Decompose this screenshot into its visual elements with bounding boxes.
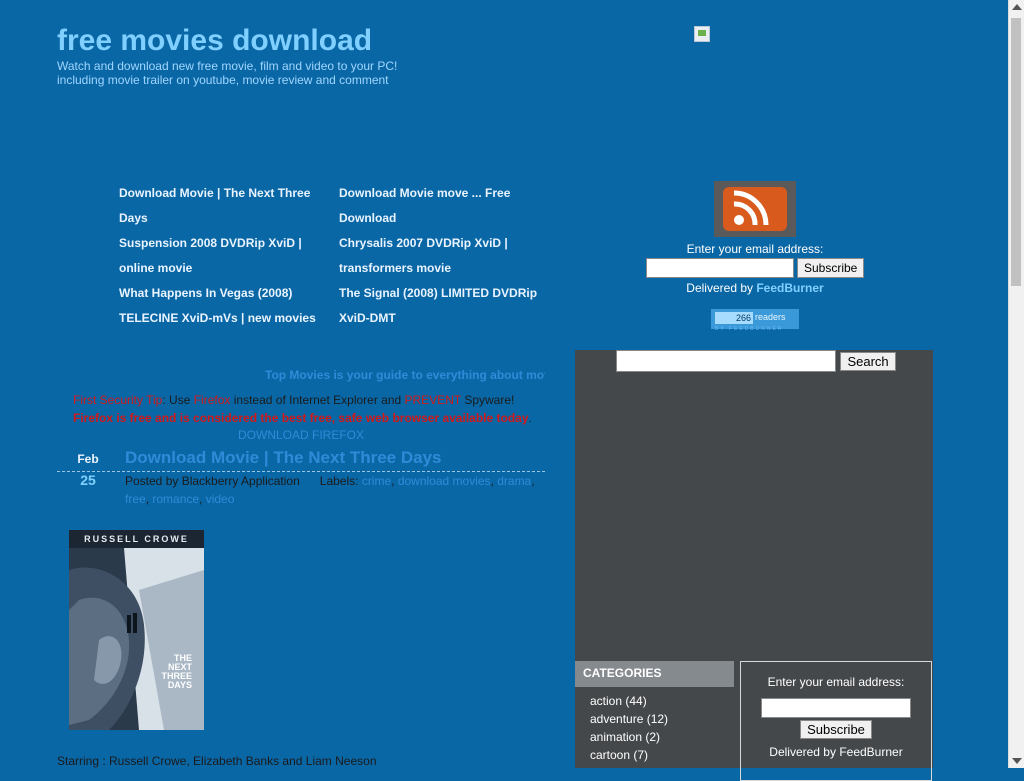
poster-title-line: DAYS [167,680,192,690]
category-link[interactable]: action (44) [590,692,668,710]
post-meta: Posted by Blackberry Application Labels: … [125,474,535,506]
email-label: Enter your email address: [686,242,824,256]
post-day: 25 [80,472,96,488]
delivered-by: Delivered by FeedBurner [630,281,880,295]
search-button[interactable]: Search [840,351,896,371]
readers-count: 266 [715,312,753,324]
security-tip: First Security Tip: Use Firefox instead … [73,391,548,427]
categories-heading: CATEGORIES [575,661,734,687]
post-author: Posted by Blackberry Application [125,474,300,488]
category-link[interactable]: animation (2) [590,728,668,746]
guide-text[interactable]: Top Movies is your guide to everything a… [265,368,545,382]
recent-post-link[interactable]: Suspension 2008 DVDRip XviD | online mov… [119,231,324,281]
firefox-link[interactable]: Firefox [194,393,231,407]
search-form: Search [616,350,896,372]
starring-text: Starring : Russell Crowe, Elizabeth Bank… [57,754,377,768]
feed-subscribe-widget: Enter your email address: Subscribe Deli… [630,181,880,332]
readers-word: readers [755,312,786,322]
poster-actor: RUSSELL CROWE [84,534,189,544]
category-link[interactable]: adventure (12) [590,710,668,728]
delivered-by-text: Delivered by [769,745,836,759]
scroll-down-icon[interactable] [1012,758,1022,764]
movie-poster: RUSSELL CROWE THE NEXT THREE DAYS [69,530,204,730]
post-month: Feb [77,452,99,466]
delivered-by: Delivered by FeedBurner [741,745,931,759]
security-tip-bold: Firefox is free and is considered the be… [73,411,529,425]
post-label-link[interactable]: romance [152,492,199,506]
email-input[interactable] [645,258,794,278]
readers-badge-footer: BY FEEDBURNER [715,326,784,332]
recent-post-link[interactable]: Chrysalis 2007 DVDRip XviD | transformer… [339,231,544,281]
post-label-link[interactable]: crime [362,474,391,488]
site-tagline: Watch and download new free movie, film … [57,59,398,87]
post-title[interactable]: Download Movie | The Next Three Days [125,448,442,468]
email-subscribe-box: Enter your email address: Subscribe Deli… [740,661,932,781]
email-label: Enter your email address: [767,675,905,689]
post-label-link[interactable]: download movies [398,474,491,488]
delivered-by-text: Delivered by [686,281,753,295]
site-title[interactable]: free movies download [57,24,372,58]
post-label-link[interactable]: free [125,492,146,506]
security-tip-use: Use [165,393,194,407]
security-tip-period: . [528,411,532,425]
post-labels-prefix: Labels: [319,474,359,488]
feedburner-link[interactable]: FeedBurner [756,281,823,295]
categories-list: action (44) adventure (12) animation (2)… [590,692,668,764]
feed-readers-badge[interactable]: 266 readers BY FEEDBURNER [711,309,799,332]
subscribe-button[interactable]: Subscribe [800,720,872,739]
post-label-link[interactable]: drama [497,474,531,488]
vertical-scrollbar[interactable] [1008,0,1024,768]
search-input[interactable] [616,350,836,372]
recent-post-link[interactable]: What Happens In Vegas (2008) TELECINE Xv… [119,281,324,331]
recent-posts-right-column: Download Movie move ... Free Download Ch… [339,181,544,331]
broken-image-icon [694,26,710,42]
security-tip-prevent: PREVENT [404,393,461,407]
post-label-link[interactable]: video [206,492,235,506]
recent-posts-left-column: Download Movie | The Next Three Days Sus… [119,181,324,331]
recent-post-link[interactable]: Download Movie move ... Free Download [339,181,544,231]
download-firefox-link[interactable]: DOWNLOAD FIREFOX [238,428,364,442]
category-link[interactable]: cartoon (7) [590,746,668,764]
subscribe-button[interactable]: Subscribe [796,258,865,278]
scroll-thumb[interactable] [1011,18,1021,286]
rss-feed-icon[interactable] [714,181,796,237]
security-tip-lead: First Security Tip [73,393,163,407]
poster-title: THE NEXT THREE DAYS [161,654,192,690]
sidebar: Search CATEGORIES action (44) adventure … [575,350,933,781]
post-date: Feb 25 [70,452,106,488]
feedburner-link[interactable]: FeedBurner [839,745,902,759]
security-tip-spyware: Spyware! [460,393,515,407]
scroll-up-icon[interactable] [1012,4,1022,10]
recent-post-link[interactable]: The Signal (2008) LIMITED DVDRip XviD-DM… [339,281,544,331]
security-tip-instead: instead of Internet Explorer and [230,393,405,407]
email-input[interactable] [761,698,911,718]
recent-post-link[interactable]: Download Movie | The Next Three Days [119,181,324,231]
